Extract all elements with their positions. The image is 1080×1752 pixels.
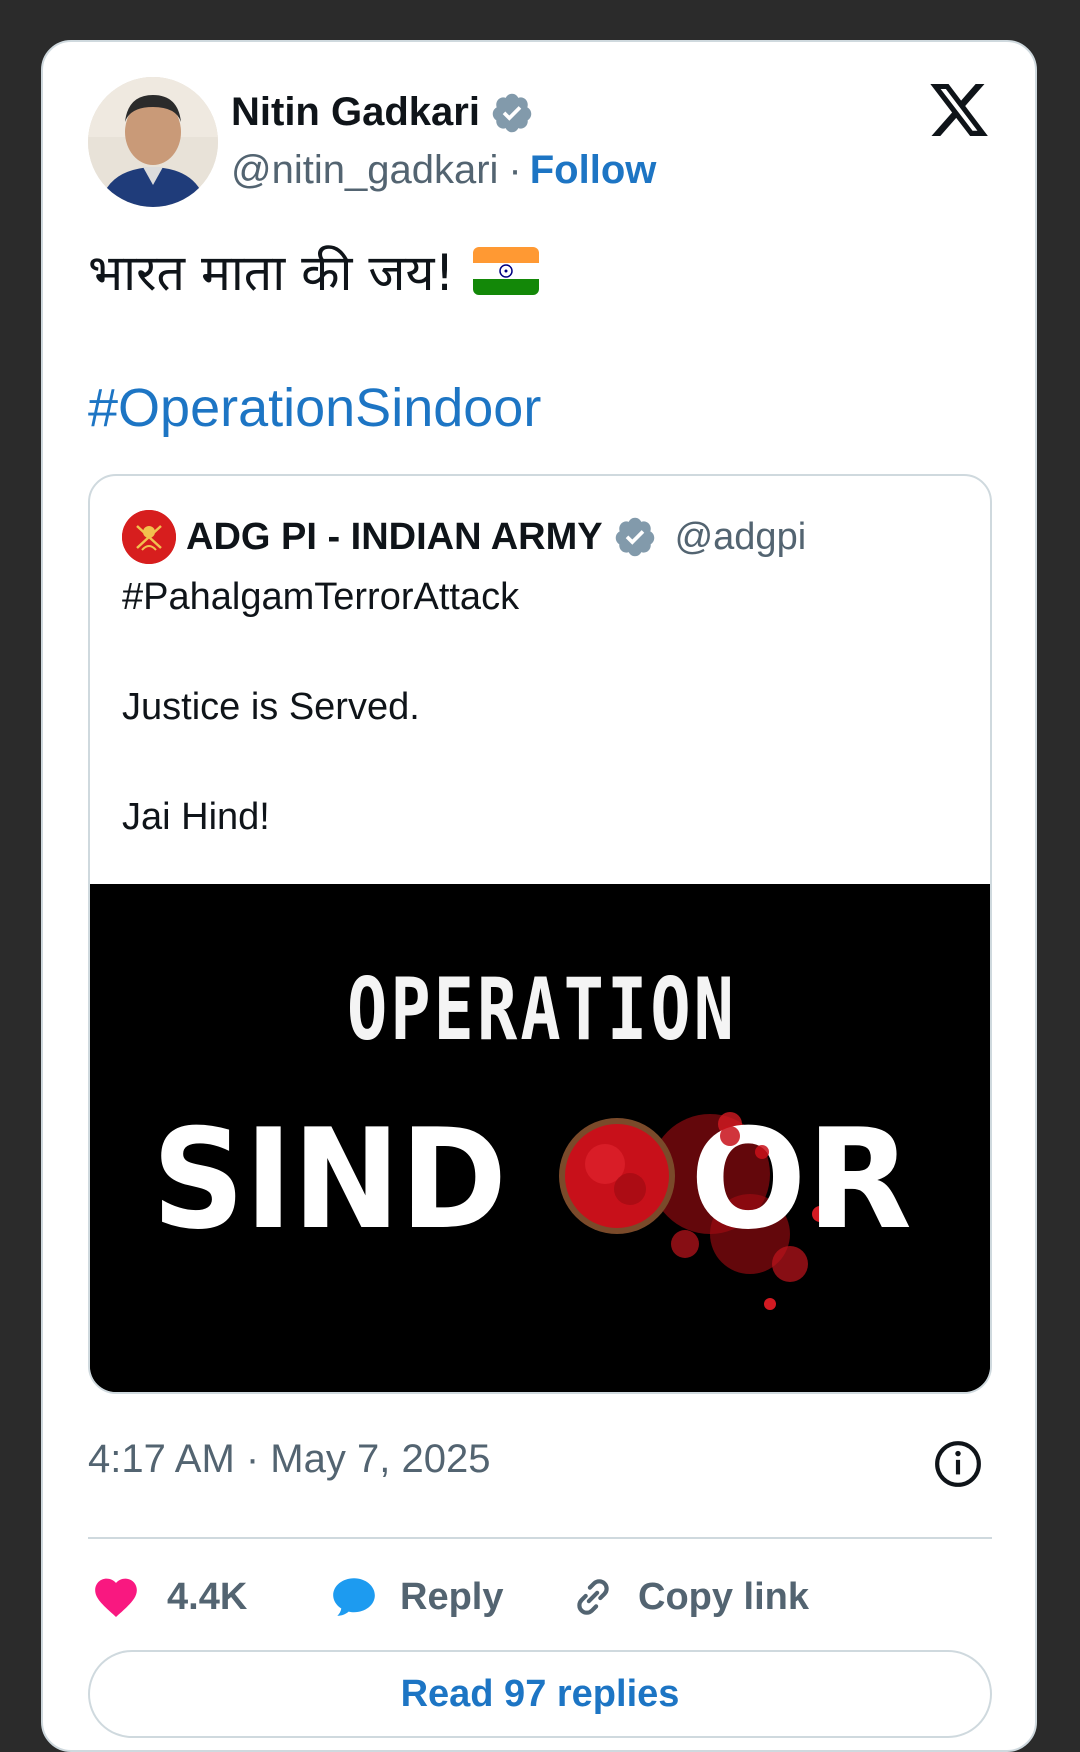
- quoted-author-handle[interactable]: @adgpi: [675, 516, 807, 559]
- quoted-text-line: Jai Hind!: [122, 796, 270, 838]
- tweet-embed-card: Nitin Gadkari @nitin_gadkari · Follow भा…: [41, 40, 1037, 1752]
- quoted-text-line: Justice is Served.: [122, 686, 420, 728]
- tweet-text-content: भारत माता की जय!: [88, 244, 455, 302]
- reply-bubble-icon: [333, 1578, 375, 1616]
- follow-button[interactable]: Follow: [530, 148, 657, 193]
- sindoor-bowl: [559, 1118, 675, 1234]
- author-handle-row: @nitin_gadkari · Follow: [231, 148, 656, 193]
- reply-button[interactable]: Reply: [328, 1572, 503, 1622]
- tweet-text: भारत माता की जय!: [88, 237, 539, 305]
- quoted-media-image[interactable]: OPERATION SIND OR: [90, 884, 990, 1392]
- separator-dot: ·: [508, 148, 522, 192]
- heart-icon: [95, 1578, 137, 1617]
- india-flag-icon: [472, 247, 539, 295]
- quoted-tweet[interactable]: ADG PI - INDIAN ARMY @adgpi #PahalgamTer…: [88, 474, 992, 1394]
- quoted-tweet-header: ADG PI - INDIAN ARMY @adgpi: [122, 510, 806, 564]
- x-logo-icon[interactable]: [927, 78, 991, 142]
- quoted-avatar[interactable]: [122, 510, 176, 564]
- hashtag-link[interactable]: #OperationSindoor: [88, 377, 541, 439]
- divider: [88, 1537, 992, 1539]
- tweet-timestamp[interactable]: 4:17 AM · May 7, 2025: [88, 1437, 490, 1482]
- author-avatar[interactable]: [88, 77, 218, 207]
- image-title-line2-right: OR: [690, 1099, 912, 1260]
- quoted-hashtag: #PahalgamTerrorAttack: [122, 576, 520, 618]
- copy-link-label: Copy link: [638, 1575, 810, 1618]
- image-title-line1: OPERATION: [347, 960, 737, 1060]
- like-button[interactable]: 4.4K: [91, 1572, 247, 1622]
- author-name-text: Nitin Gadkari: [231, 90, 480, 134]
- copy-link-button[interactable]: Copy link: [568, 1572, 809, 1622]
- quoted-author-name[interactable]: ADG PI - INDIAN ARMY: [186, 516, 603, 559]
- read-replies-button[interactable]: Read 97 replies: [88, 1650, 992, 1738]
- image-title-line2-left: SIND: [152, 1099, 507, 1260]
- author-handle[interactable]: @nitin_gadkari: [231, 148, 498, 193]
- verified-badge-icon: [615, 517, 654, 557]
- verified-badge-icon: [492, 93, 532, 132]
- reply-label: Reply: [400, 1575, 504, 1618]
- info-icon[interactable]: [933, 1439, 983, 1489]
- read-replies-label: Read 97 replies: [400, 1672, 680, 1715]
- link-icon: [577, 1579, 609, 1615]
- author-name[interactable]: Nitin Gadkari: [231, 90, 534, 135]
- like-count: 4.4K: [167, 1575, 248, 1618]
